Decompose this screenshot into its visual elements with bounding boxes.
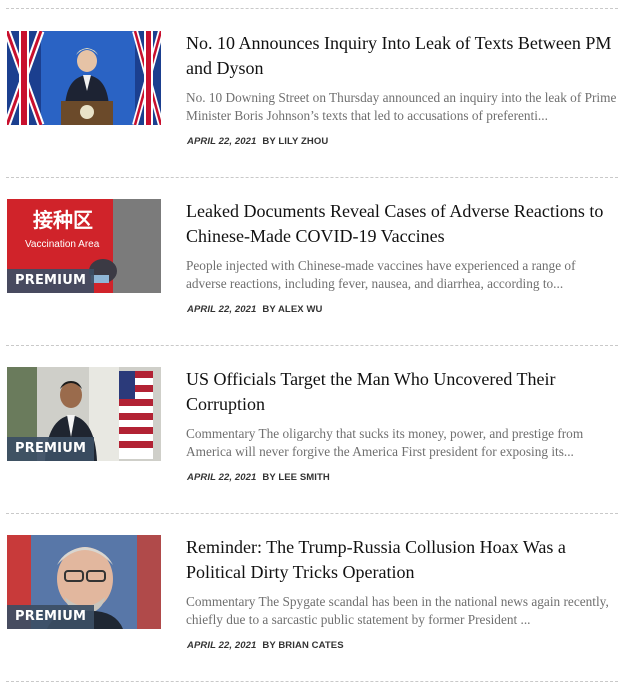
article-date: APRIL 22, 2021 [187, 304, 257, 315]
article-title[interactable]: US Officials Target the Man Who Uncovere… [186, 367, 622, 417]
article-excerpt-text: Commentary The Spygate scandal has been … [186, 594, 609, 627]
article-item[interactable]: PREMIUM Reminder: The Trump-Russia Collu… [0, 535, 628, 685]
sign-chinese-text: 接种区 [33, 208, 93, 232]
article-excerpt: No. 10 Downing Street on Thursday announ… [186, 89, 618, 125]
sign-english-text: Vaccination Area [25, 239, 100, 250]
article-excerpt: Commentary The Spygate scandal has been … [186, 593, 618, 629]
article-title[interactable]: No. 10 Announces Inquiry Into Leak of Te… [186, 31, 622, 81]
article-item[interactable]: No. 10 Announces Inquiry Into Leak of Te… [0, 31, 628, 181]
article-byline[interactable]: BY LEE SMITH [262, 472, 330, 483]
article-meta: APRIL 22, 2021 BY LILY ZHOU [187, 136, 328, 147]
article-excerpt-text: Commentary The oligarchy that sucks its … [186, 426, 584, 459]
article-date: APRIL 22, 2021 [187, 472, 257, 483]
article-thumbnail[interactable]: PREMIUM [7, 367, 161, 461]
divider [6, 345, 618, 346]
article-title[interactable]: Reminder: The Trump-Russia Collusion Hoa… [186, 535, 622, 585]
article-byline[interactable]: BY ALEX WU [262, 304, 322, 315]
article-excerpt-text: No. 10 Downing Street on Thursday announ… [186, 90, 617, 123]
article-thumbnail[interactable]: PREMIUM [7, 535, 161, 629]
article-thumbnail[interactable]: 接种区 Vaccination Area PREMIUM [7, 199, 161, 293]
article-byline[interactable]: BY BRIAN CATES [262, 640, 343, 651]
premium-badge: PREMIUM [7, 437, 95, 461]
article-item[interactable]: PREMIUM US Officials Target the Man Who … [0, 367, 628, 517]
article-thumbnail[interactable] [7, 31, 161, 125]
divider [6, 513, 618, 514]
premium-badge: PREMIUM [7, 269, 95, 293]
article-meta: APRIL 22, 2021 BY LEE SMITH [187, 472, 330, 483]
article-byline[interactable]: BY LILY ZHOU [262, 136, 328, 147]
article-meta: APRIL 22, 2021 BY BRIAN CATES [187, 640, 344, 651]
article-title[interactable]: Leaked Documents Reveal Cases of Adverse… [186, 199, 622, 249]
divider [6, 8, 618, 9]
article-meta: APRIL 22, 2021 BY ALEX WU [187, 304, 322, 315]
podium-flags-image [7, 31, 161, 125]
divider [6, 177, 618, 178]
premium-badge: PREMIUM [7, 605, 95, 629]
article-item[interactable]: 接种区 Vaccination Area PREMIUM Leaked Docu… [0, 199, 628, 349]
article-date: APRIL 22, 2021 [187, 136, 257, 147]
article-date: APRIL 22, 2021 [187, 640, 257, 651]
divider [6, 681, 618, 682]
article-excerpt: Commentary The oligarchy that sucks its … [186, 425, 618, 461]
article-excerpt-text: People injected with Chinese-made vaccin… [186, 258, 576, 291]
article-excerpt: People injected with Chinese-made vaccin… [186, 257, 618, 293]
